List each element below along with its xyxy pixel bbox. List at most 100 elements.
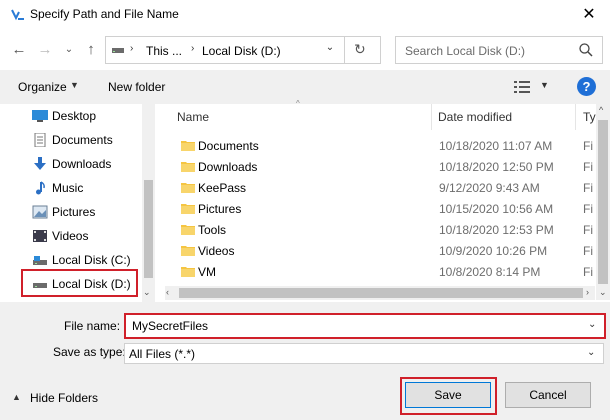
file-name: Pictures [198,202,242,216]
file-row[interactable]: Tools 10/18/2020 12:53 PM Fi [165,220,593,240]
scroll-down-icon[interactable]: ⌄ [143,287,151,298]
pictures-icon [32,205,48,219]
save-as-type-label: Save as type: [53,345,126,359]
column-header-date-modified[interactable]: Date modified [438,110,512,124]
nav-item-label: Documents [52,133,113,147]
folder-icon [181,183,195,193]
save-button[interactable]: Save [405,382,491,408]
file-name: KeePass [198,181,247,195]
file-name: Documents [198,139,259,153]
folder-icon [181,246,195,256]
folder-icon [181,141,195,151]
folder-icon [181,204,195,214]
nav-item-label: Desktop [52,109,97,123]
file-row[interactable]: Documents 10/18/2020 11:07 AM Fi [165,136,593,156]
file-name: Downloads [198,160,258,174]
search-input[interactable]: Search Local Disk (D:) [395,36,603,64]
file-list-scroll-thumb[interactable] [598,120,608,284]
file-type: Fi [583,265,593,279]
close-icon[interactable]: ✕ [576,4,602,26]
nav-item-label: Music [52,181,84,195]
documents-icon [34,133,46,147]
scroll-right-icon[interactable]: › [586,287,589,297]
file-type: Fi [583,139,593,153]
drive-icon [33,256,47,265]
nav-item-documents[interactable]: Documents [30,130,140,150]
save-as-type-select[interactable]: All Files (*.*) ⌄ [124,343,604,364]
file-row[interactable]: Videos 10/9/2020 10:26 PM Fi [165,241,593,261]
column-divider [575,104,576,130]
save-as-type-value: All Files (*.*) [129,347,196,361]
nav-pane-scroll-thumb[interactable] [144,180,153,278]
window-title: Specify Path and File Name [30,7,179,21]
nav-item-desktop[interactable]: Desktop [30,106,140,126]
up-icon[interactable]: ↑ [80,39,102,61]
horizontal-scroll-thumb[interactable] [179,288,583,298]
chevron-down-icon[interactable]: ⌄ [588,319,596,330]
forward-icon[interactable]: → [34,39,56,61]
address-divider [344,37,345,63]
view-options-icon[interactable] [514,81,530,93]
hide-folders-button[interactable]: Hide Folders [30,391,98,405]
folder-icon [181,225,195,235]
recent-locations-icon[interactable]: ⌄ [58,39,80,61]
file-type: Fi [583,160,593,174]
chevron-right-icon: › [130,43,134,54]
chevron-down-icon[interactable]: ⌄ [587,347,595,358]
file-type: Fi [583,223,593,237]
scroll-up-icon[interactable]: ^ [599,105,603,115]
file-date: 10/15/2020 10:56 AM [439,202,554,216]
file-list: Name Date modified Ty Documents 10/18/20… [165,104,596,300]
scroll-down-icon[interactable]: ⌄ [599,287,607,298]
column-divider [431,104,432,130]
file-row[interactable]: KeePass 9/12/2020 9:43 AM Fi [165,178,593,198]
file-date: 10/18/2020 12:53 PM [439,223,554,237]
new-folder-button[interactable]: New folder [108,80,165,94]
file-date: 10/18/2020 12:50 PM [439,160,554,174]
selection-highlight-box [21,269,138,297]
file-name-field[interactable]: MySecretFiles ⌄ [124,313,606,339]
music-icon [36,181,45,195]
column-header-name[interactable]: Name [177,110,209,124]
chevron-up-icon[interactable]: ▲ [12,392,21,402]
file-name: VM [198,265,216,279]
back-icon[interactable]: ← [8,39,30,61]
organize-button[interactable]: Organize [18,80,67,94]
scroll-left-icon[interactable]: ‹ [166,287,169,297]
refresh-icon[interactable]: ↻ [354,41,366,58]
file-date: 10/9/2020 10:26 PM [439,244,548,258]
sort-ascending-icon: ^ [296,99,300,108]
desktop-icon [32,110,48,122]
nav-item-pictures[interactable]: Pictures [30,202,140,222]
nav-item-label: Videos [52,229,89,243]
file-type: Fi [583,181,593,195]
file-type: Fi [583,202,593,216]
nav-item-label: Downloads [52,157,112,171]
address-bar[interactable]: › This ... › Local Disk (D:) ⌄ ↻ [105,36,381,64]
file-name-label: File name: [64,319,121,333]
title-bar: Specify Path and File Name ✕ [0,0,610,30]
folder-icon [181,267,195,277]
nav-item-local-disk-c[interactable]: Local Disk (C:) [30,250,140,270]
nav-item-music[interactable]: Music [30,178,140,198]
file-row[interactable]: VM 10/8/2020 8:14 PM Fi [165,262,593,282]
file-type: Fi [583,244,593,258]
nav-item-downloads[interactable]: Downloads [30,154,140,174]
column-header-type[interactable]: Ty [583,110,596,124]
cancel-button[interactable]: Cancel [505,382,591,408]
file-name: Videos [198,244,235,258]
help-icon[interactable]: ? [577,77,596,96]
address-dropdown-icon[interactable]: ⌄ [321,42,339,53]
view-dropdown-icon[interactable]: ▼ [540,80,549,90]
breadcrumb-local-disk[interactable]: Local Disk (D:) [202,44,281,58]
app-icon [11,9,24,21]
search-icon [579,43,593,57]
file-row[interactable]: Downloads 10/18/2020 12:50 PM Fi [165,157,593,177]
toolbar: Organize ▼ New folder ▼ ? [0,70,610,104]
file-row[interactable]: Pictures 10/15/2020 10:56 AM Fi [165,199,593,219]
nav-item-label: Local Disk (C:) [52,253,131,267]
breadcrumb-this-pc[interactable]: This ... [146,44,182,58]
nav-item-videos[interactable]: Videos [30,226,140,246]
file-name-value: MySecretFiles [132,319,209,333]
organize-dropdown-icon[interactable]: ▼ [70,80,79,90]
